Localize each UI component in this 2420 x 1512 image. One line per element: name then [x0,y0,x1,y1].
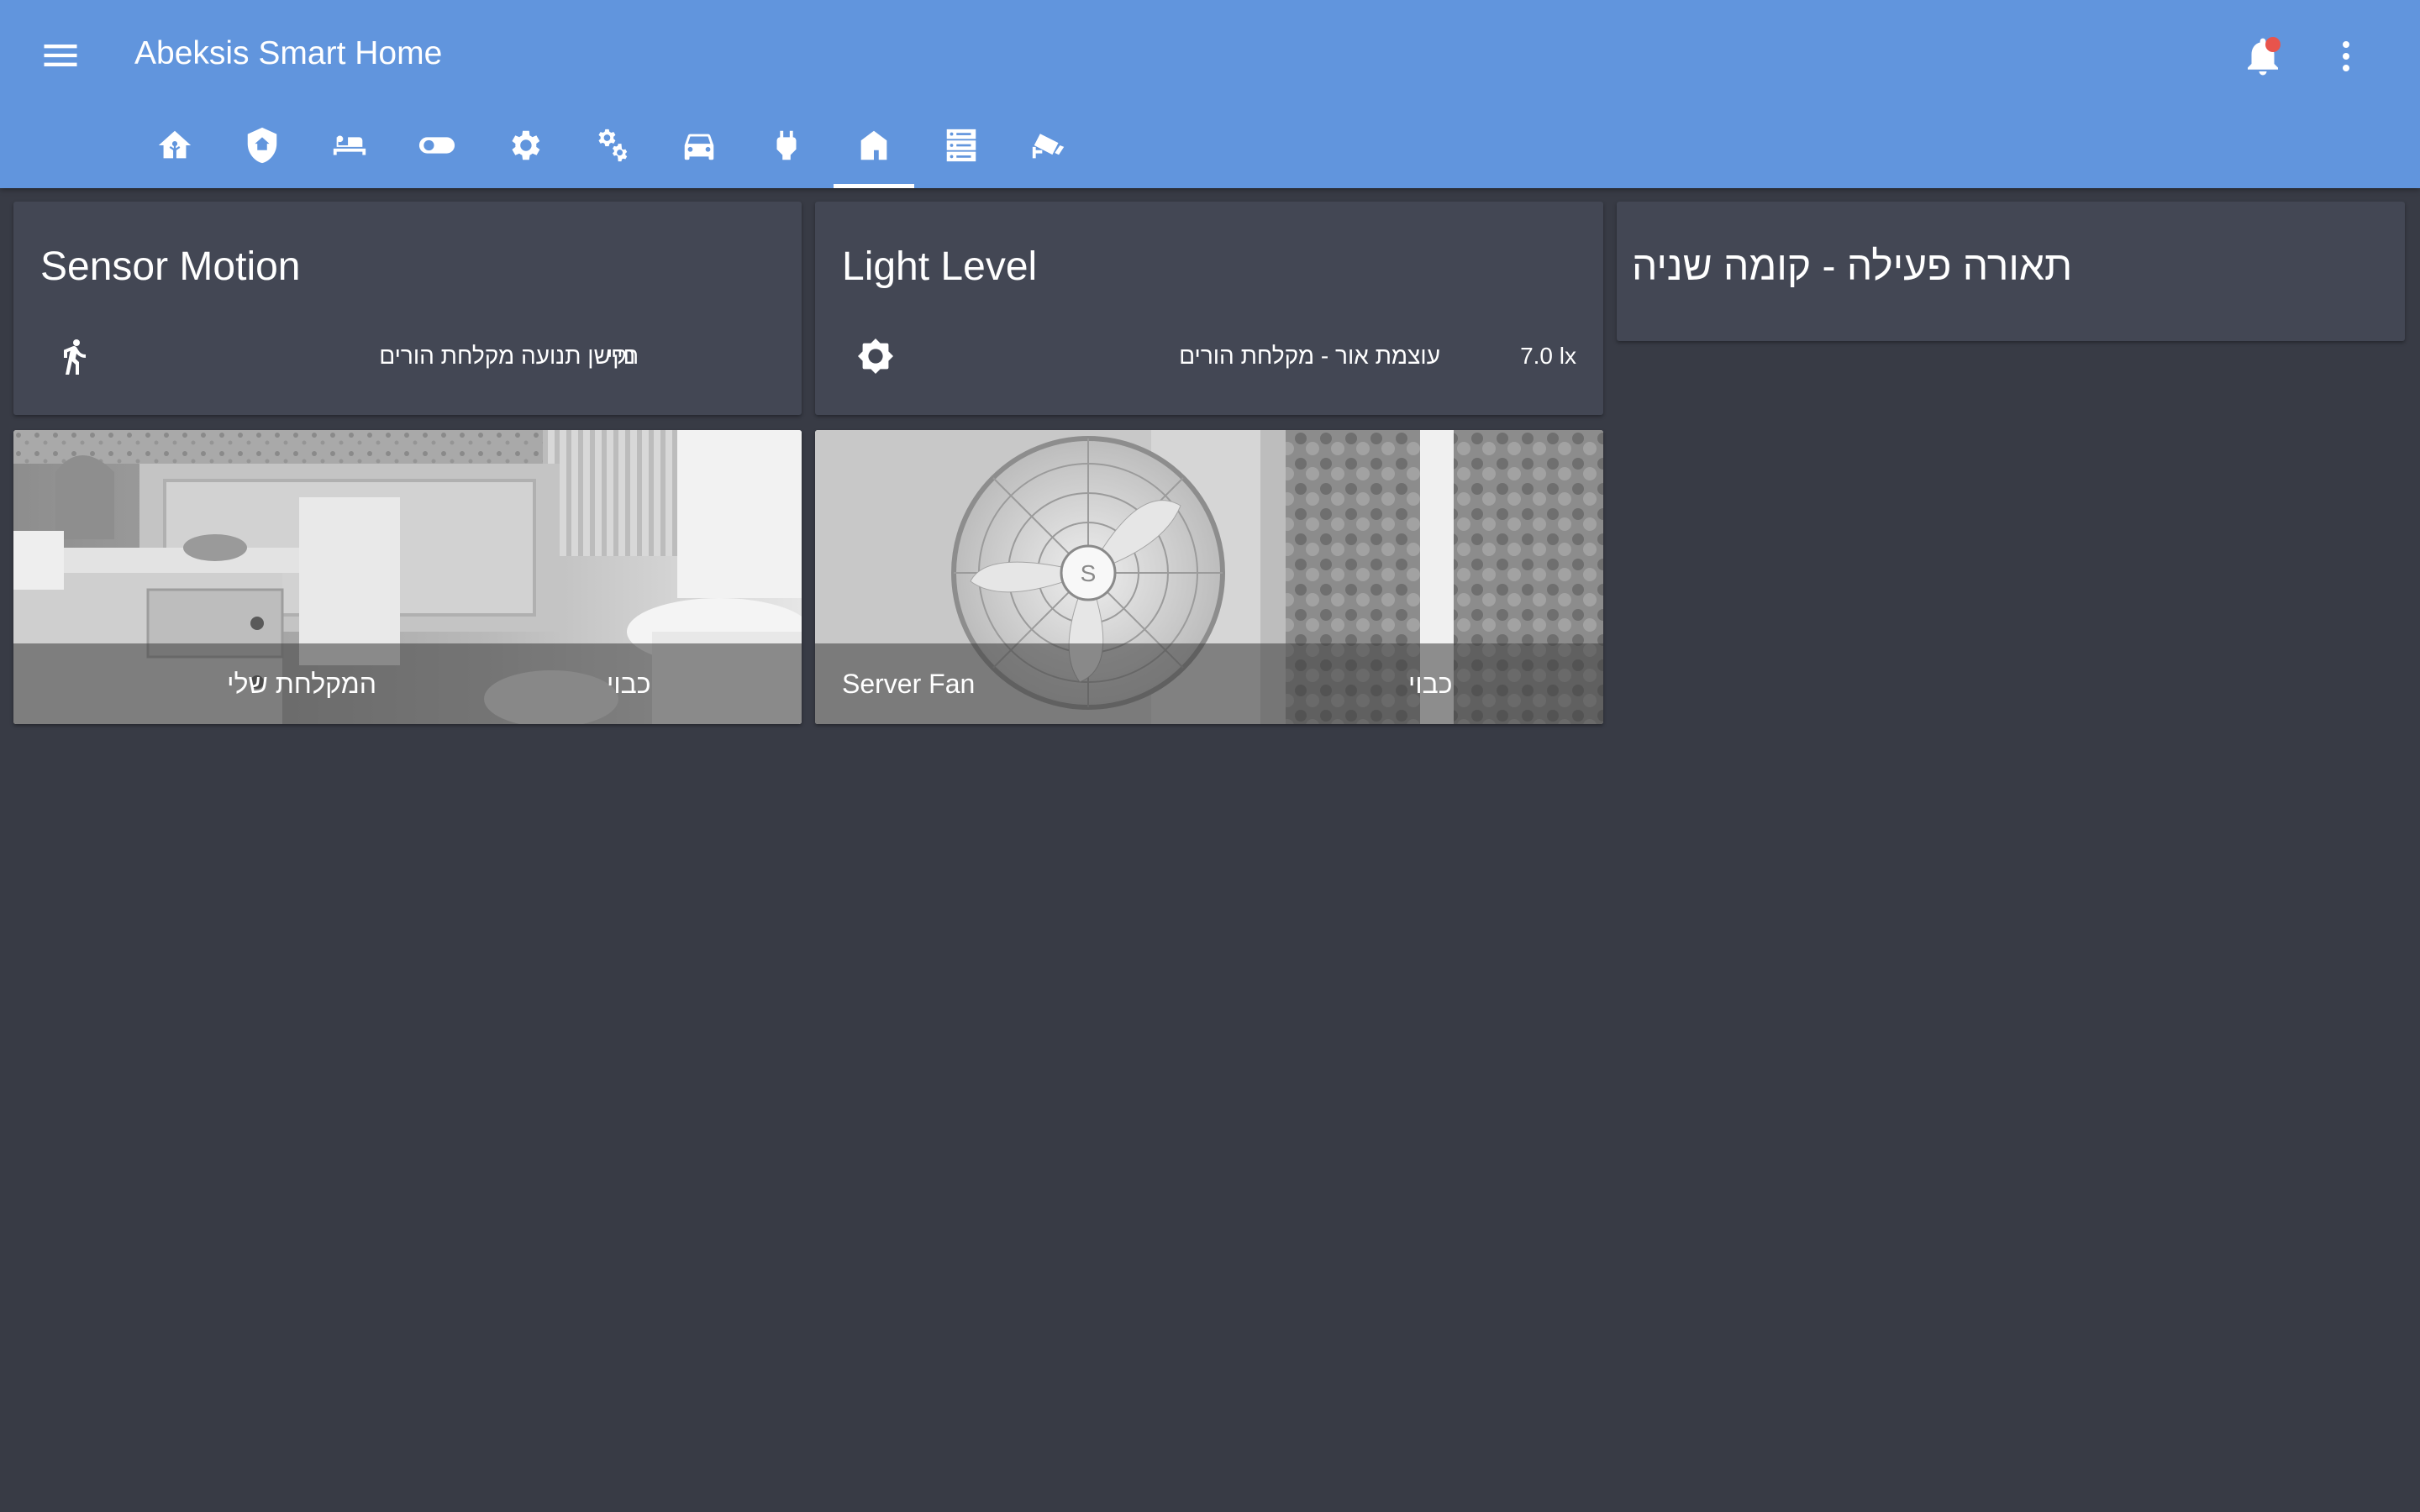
bed-icon [333,135,366,155]
server-icon [946,129,976,162]
tab-security[interactable] [222,118,302,188]
power-plug-icon [776,130,797,160]
floor-plan-icon [860,130,887,160]
picture-card-state: כבוי [1408,669,1453,699]
tab-switches[interactable] [397,118,477,188]
tab-floor[interactable] [834,118,914,188]
entity-state: נקי [607,343,636,369]
card-title: Light Level [842,244,1038,289]
tab-servers[interactable] [921,118,1002,188]
entity-state: 7.0 lx [1520,343,1576,369]
gear-icon [512,130,540,160]
car-icon [684,134,714,160]
kebab-menu-icon[interactable] [2326,34,2366,79]
card-title: תאורה פעילה - קומה שניה [1632,244,2073,289]
tab-power[interactable] [746,118,827,188]
light-level-card: Light Level עוצמת אור - מקלחת הורים 7.0 … [815,202,1603,415]
entity-name[interactable]: חיישן תנועה מקלחת הורים [134,339,639,373]
picture-card-state: כבוי [607,669,651,699]
home-assistant-icon [158,130,192,159]
tab-home[interactable] [134,118,215,188]
gears-icon [598,129,628,162]
menu-icon[interactable] [39,34,82,77]
app-header: Abeksis Smart Home [0,0,2420,188]
tab-settings[interactable] [484,118,565,188]
cctv-camera-icon [1032,134,1065,159]
view-tabs [134,118,1076,188]
app-title: Abeksis Smart Home [134,35,443,71]
notification-dot [2265,37,2281,52]
card-title: Sensor Motion [40,244,301,289]
security-shield-icon [247,127,277,164]
toggle-switch-icon [418,137,455,154]
bell-icon[interactable] [2240,34,2286,79]
svg-text:S: S [1081,560,1097,586]
tab-garage[interactable] [659,118,739,188]
picture-card-name: המקלחת שלי [227,669,376,699]
tab-bedroom[interactable] [309,118,390,188]
tab-automations[interactable] [571,118,652,188]
brightness-icon [855,336,896,376]
active-lighting-card: תאורה פעילה - קומה שניה [1617,202,2405,341]
server-fan-picture-card[interactable]: S Server Fan כבוי [815,430,1603,724]
tab-cameras[interactable] [1008,118,1089,188]
sensor-motion-card: Sensor Motion חיישן תנועה מקלחת הורים נק… [13,202,802,415]
picture-card-name: Server Fan [842,669,976,699]
bathroom-picture-card[interactable]: המקלחת שלי כבוי [13,430,802,724]
entity-name[interactable]: עוצמת אור - מקלחת הורים [936,339,1440,373]
walk-icon [54,336,94,376]
